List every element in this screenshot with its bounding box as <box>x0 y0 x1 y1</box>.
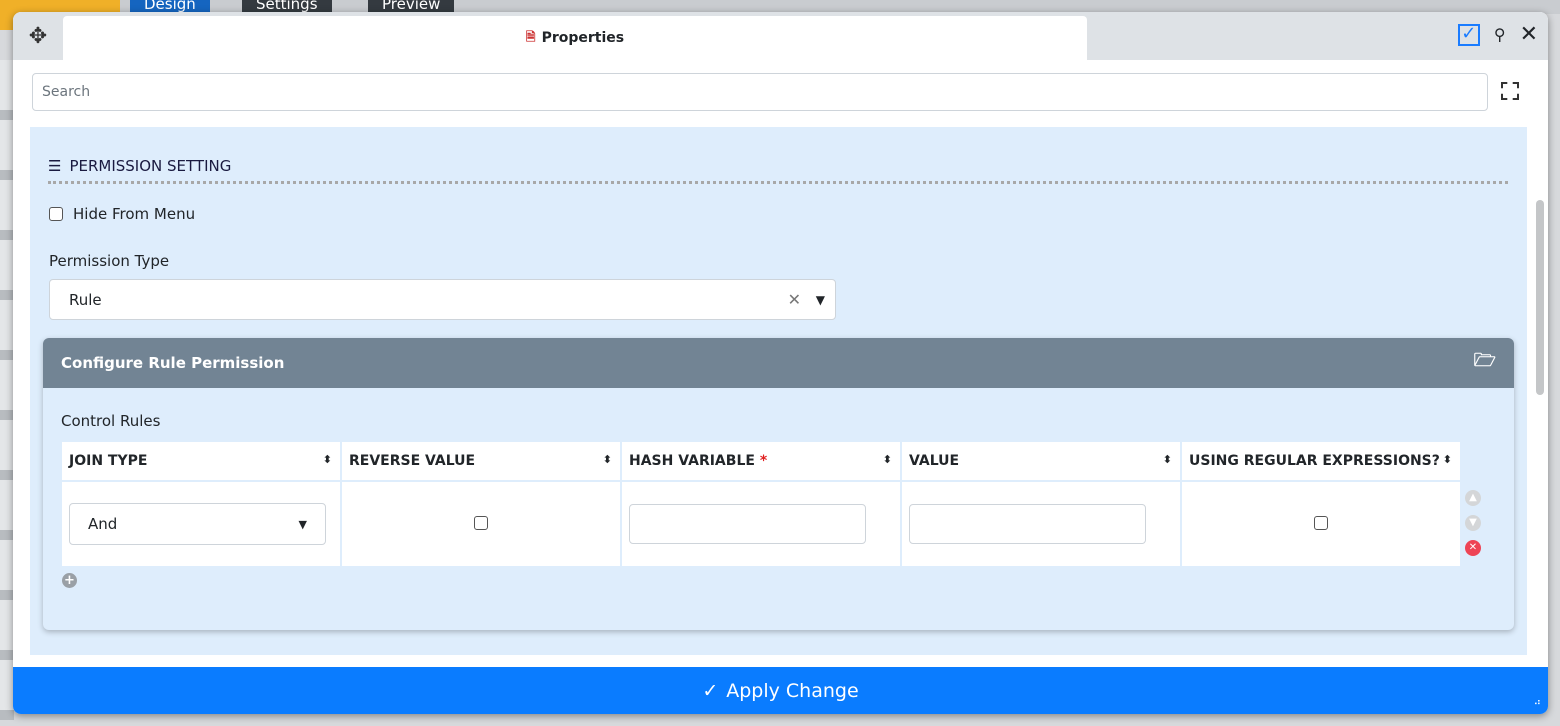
move-down-icon[interactable]: ▼ <box>1465 515 1481 531</box>
reverse-value-checkbox[interactable] <box>474 515 488 530</box>
column-label: JOIN TYPE <box>69 453 148 469</box>
check-icon: ✓ <box>702 679 719 702</box>
properties-dialog: ✥ 🗎 Properties ✓ ⚲ ✕ ☰ PERMISSION SETTING… <box>13 12 1548 714</box>
document-icon: 🗎 <box>525 29 536 44</box>
column-header[interactable]: USING REGULAR EXPRESSIONS? ⬍ <box>1180 440 1462 482</box>
cell-join-type: And ▼ <box>60 480 342 568</box>
column-header[interactable]: REVERSE VALUE ⬍ <box>340 440 622 482</box>
regex-checkbox[interactable] <box>1314 515 1328 530</box>
properties-content: ☰ PERMISSION SETTING Hide From Menu Permi… <box>30 127 1527 655</box>
scrollbar-thumb[interactable] <box>1536 200 1544 395</box>
join-type-value: And <box>88 515 118 533</box>
sort-icon[interactable]: ⬍ <box>1443 453 1452 466</box>
required-marker: * <box>759 453 768 469</box>
apply-change-label: Apply Change <box>726 679 859 702</box>
background-sidebar <box>0 60 14 720</box>
dialog-title: Properties <box>541 30 625 46</box>
fullscreen-icon[interactable] <box>1501 82 1519 100</box>
cell-regex <box>1180 480 1462 568</box>
table-row: And ▼ <box>60 480 1462 568</box>
configure-rule-card: Configure Rule Permission 🗁 Control Rules… <box>43 338 1514 630</box>
cell-hash-variable <box>620 480 902 568</box>
dialog-header: ✥ 🗎 Properties ✓ ⚲ ✕ <box>13 12 1548 60</box>
permission-type-value: Rule <box>69 290 102 309</box>
join-type-select[interactable]: And ▼ <box>69 503 326 545</box>
sort-icon[interactable]: ⬍ <box>883 453 892 466</box>
column-header[interactable]: VALUE ⬍ <box>900 440 1182 482</box>
permission-type-label: Permission Type <box>49 252 170 270</box>
sort-icon[interactable]: ⬍ <box>323 453 332 466</box>
value-input[interactable] <box>909 504 1146 544</box>
checkbox[interactable] <box>49 207 63 221</box>
resize-grip-icon[interactable]: ⠴ <box>1534 697 1542 708</box>
scrollbar[interactable] <box>1530 127 1548 655</box>
control-rules-label: Control Rules <box>61 412 161 430</box>
sort-icon[interactable]: ⬍ <box>603 453 612 466</box>
section-header: ☰ PERMISSION SETTING <box>48 157 231 175</box>
hash-variable-input[interactable] <box>629 504 866 544</box>
permission-type-select[interactable]: Rule ✕ ▼ <box>49 279 836 320</box>
close-icon[interactable]: ✕ <box>1520 22 1538 47</box>
tab-properties[interactable]: 🗎 Properties <box>63 16 1087 60</box>
card-title: Configure Rule Permission <box>61 354 285 372</box>
column-label: HASH VARIABLE <box>629 453 755 469</box>
control-rules-table: JOIN TYPE ⬍ REVERSE VALUE ⬍ HASH VARIABLE * ⬍… <box>60 440 1462 568</box>
search-input[interactable] <box>32 73 1488 111</box>
column-label: VALUE <box>909 453 960 469</box>
chevron-down-icon: ▼ <box>298 517 307 531</box>
hide-from-menu-label: Hide From Menu <box>73 205 196 223</box>
card-header: Configure Rule Permission 🗁 <box>43 338 1514 388</box>
folder-open-icon[interactable]: 🗁 <box>1474 348 1496 378</box>
cell-reverse-value <box>340 480 622 568</box>
column-header[interactable]: JOIN TYPE ⬍ <box>60 440 342 482</box>
layers-icon: ☰ <box>48 157 62 175</box>
divider <box>48 181 1508 184</box>
pin-icon[interactable]: ⚲ <box>1494 25 1506 44</box>
column-label: REVERSE VALUE <box>349 453 476 469</box>
checkbox-toggle-icon[interactable]: ✓ <box>1457 23 1480 46</box>
delete-row-icon[interactable]: ✕ <box>1465 540 1481 556</box>
hide-from-menu-checkbox[interactable]: Hide From Menu <box>49 205 195 223</box>
sort-icon[interactable]: ⬍ <box>1163 453 1172 466</box>
cell-value <box>900 480 1182 568</box>
column-label: USING REGULAR EXPRESSIONS? <box>1189 453 1440 469</box>
move-up-icon[interactable]: ▲ <box>1465 490 1481 506</box>
clear-icon[interactable]: ✕ <box>788 290 801 309</box>
chevron-down-icon[interactable]: ▼ <box>816 293 825 307</box>
add-row-icon[interactable]: + <box>62 573 77 588</box>
apply-change-button[interactable]: ✓ Apply Change ⠴ <box>13 667 1548 714</box>
column-header[interactable]: HASH VARIABLE * ⬍ <box>620 440 902 482</box>
move-icon[interactable]: ✥ <box>13 12 63 60</box>
section-title: PERMISSION SETTING <box>69 157 232 175</box>
